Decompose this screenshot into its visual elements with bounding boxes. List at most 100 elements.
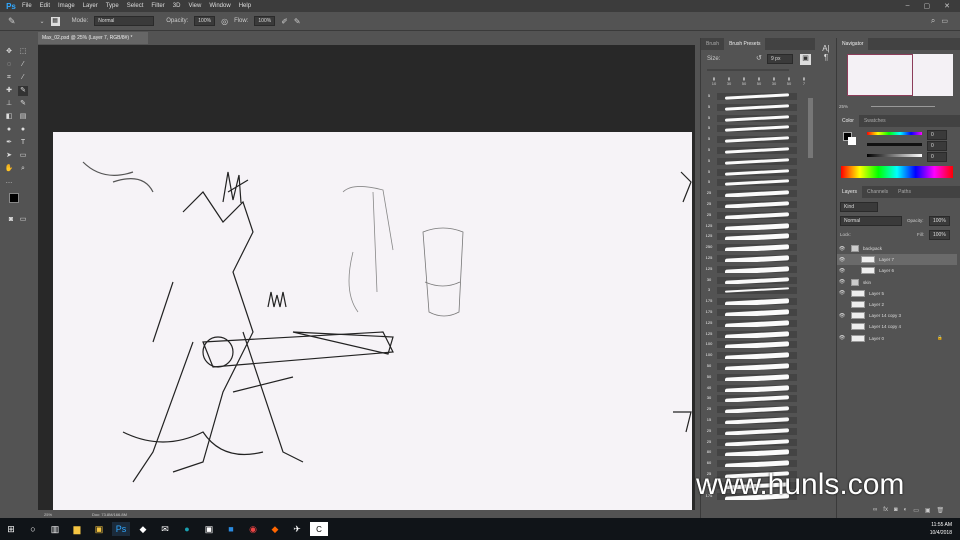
brush-preset[interactable]: 60: [705, 459, 797, 468]
airbrush-icon[interactable]: ✐: [281, 17, 288, 26]
brush-preset[interactable]: 25: [705, 200, 797, 209]
history-brush-icon[interactable]: ✎: [18, 99, 28, 109]
app-icon-2[interactable]: ✈: [288, 522, 306, 536]
menu-file[interactable]: File: [22, 3, 32, 9]
pressure-size-icon[interactable]: ✎: [294, 17, 301, 26]
tab-swatches[interactable]: Swatches: [859, 115, 891, 127]
tab-color[interactable]: Color: [837, 115, 859, 127]
more-tools-icon[interactable]: …: [4, 177, 14, 187]
brush-preset[interactable]: 125: [705, 222, 797, 231]
menu-edit[interactable]: Edit: [40, 3, 50, 9]
clone-stamp-icon[interactable]: ⊥: [4, 99, 14, 109]
size-input[interactable]: 9 px: [767, 54, 793, 64]
brush-tip[interactable]: ▮ 50: [754, 76, 764, 86]
layer-row[interactable]: 👁 Layer 14 copy 3: [837, 310, 957, 321]
new-preset-icon[interactable]: ▣: [800, 54, 811, 65]
fx-icon[interactable]: fx: [883, 507, 888, 514]
marquee-tool-icon[interactable]: ⬚: [18, 47, 28, 57]
outlook-icon[interactable]: ■: [222, 522, 240, 536]
layer-filter-select[interactable]: Kind: [840, 202, 878, 212]
search-icon[interactable]: ○: [24, 522, 42, 536]
mail-icon[interactable]: ✉: [156, 522, 174, 536]
brush-preset[interactable]: 125: [705, 254, 797, 263]
adjustment-icon[interactable]: ◐: [904, 507, 908, 514]
brush-preset[interactable]: 30: [705, 394, 797, 403]
mode-select[interactable]: Normal: [94, 16, 155, 26]
brush-tip[interactable]: ▮ 50: [784, 76, 794, 86]
brush-preset[interactable]: 125: [705, 319, 797, 328]
zoom-tool-icon[interactable]: ⌕: [18, 164, 28, 174]
brush-tip[interactable]: ▮ 30: [724, 76, 734, 86]
menu-select[interactable]: Select: [127, 3, 144, 9]
brush-preset[interactable]: 175: [705, 297, 797, 306]
minimize-icon[interactable]: –: [906, 2, 910, 10]
layer-row[interactable]: 👁 Layer 7: [837, 254, 957, 266]
menu-view[interactable]: View: [188, 3, 201, 9]
chrome-icon[interactable]: ◉: [244, 522, 262, 536]
brush-preset[interactable]: 100: [705, 351, 797, 360]
brush-preset[interactable]: 5: [705, 168, 797, 177]
visibility-eye-icon[interactable]: 👁: [837, 268, 847, 274]
brush-tool-icon[interactable]: ✎: [18, 86, 28, 96]
blend-mode-select[interactable]: Normal: [840, 216, 902, 226]
menu-3d[interactable]: 3D: [173, 3, 181, 9]
brush-preset[interactable]: 250: [705, 243, 797, 252]
visibility-eye-icon[interactable]: 👁: [837, 257, 847, 263]
brush-preset[interactable]: 5: [705, 124, 797, 133]
green-value[interactable]: 0: [927, 141, 947, 151]
size-slider[interactable]: [707, 69, 789, 71]
healing-brush-icon[interactable]: ✚: [4, 86, 14, 96]
layer-row[interactable]: 👁 Layer 0 🔒: [837, 333, 957, 344]
blue-slider[interactable]: [867, 154, 922, 157]
pressure-opacity-icon[interactable]: ◎: [221, 17, 228, 26]
menu-type[interactable]: Type: [106, 3, 119, 9]
brush-preset[interactable]: 100: [705, 340, 797, 349]
rectangle-tool-icon[interactable]: ▭: [18, 151, 28, 161]
menu-filter[interactable]: Filter: [151, 3, 164, 9]
windows-start-icon[interactable]: ⊞: [2, 522, 20, 536]
brush-preset[interactable]: 25: [705, 189, 797, 198]
color-background[interactable]: [848, 137, 856, 145]
dodge-icon[interactable]: ●: [18, 125, 28, 135]
navigator-view-box[interactable]: [847, 54, 913, 96]
brush-preset[interactable]: 15: [705, 416, 797, 425]
brush-preset[interactable]: 5: [705, 92, 797, 101]
brush-preset[interactable]: 5: [705, 146, 797, 155]
brush-preset[interactable]: 5: [705, 157, 797, 166]
move-tool-icon[interactable]: ✥: [4, 47, 14, 57]
fill-input[interactable]: 100%: [929, 230, 950, 240]
opacity-input[interactable]: 100%: [194, 16, 216, 26]
visibility-eye-icon[interactable]: 👁: [837, 335, 847, 341]
menu-help[interactable]: Help: [239, 3, 251, 9]
zoom-level[interactable]: 25%: [44, 512, 52, 517]
link-icon[interactable]: ∞: [873, 507, 877, 514]
document-canvas[interactable]: [53, 132, 692, 510]
maximize-icon[interactable]: ▢: [924, 2, 931, 10]
green-slider[interactable]: [867, 143, 922, 146]
preset-scrollbar[interactable]: [808, 98, 813, 158]
path-select-icon[interactable]: ➤: [4, 151, 14, 161]
visibility-eye-icon[interactable]: 👁: [837, 279, 847, 285]
brush-preset[interactable]: 25: [705, 211, 797, 220]
layer-row[interactable]: 👁 backpack: [837, 243, 957, 254]
store-icon[interactable]: ▣: [90, 522, 108, 536]
eyedropper-icon[interactable]: ⁄: [18, 73, 28, 83]
search-icon[interactable]: ⌕: [931, 16, 935, 26]
system-clock[interactable]: 11:55 AM 10/4/2018: [930, 521, 952, 537]
flow-input[interactable]: 100%: [254, 16, 276, 26]
tab-brush[interactable]: Brush: [701, 38, 724, 50]
layer-row[interactable]: Layer 14 copy 4: [837, 321, 957, 332]
document-tab[interactable]: Max_02.psd @ 25% (Layer 7, RGB/8#) *: [38, 32, 148, 44]
brush-preset[interactable]: 25: [705, 427, 797, 436]
brush-preset[interactable]: 25: [705, 438, 797, 447]
lasso-tool-icon[interactable]: ◌: [4, 60, 14, 70]
visibility-eye-icon[interactable]: 👁: [837, 313, 847, 319]
app-icon[interactable]: ◆: [134, 522, 152, 536]
blue-value[interactable]: 0: [927, 152, 947, 162]
brave-icon[interactable]: ◆: [266, 522, 284, 536]
paragraph-icon[interactable]: ¶: [818, 53, 834, 62]
layer-row[interactable]: Layer 2: [837, 299, 957, 310]
brush-preset[interactable]: 40: [705, 384, 797, 393]
brush-preset[interactable]: 5: [705, 114, 797, 123]
brush-preset[interactable]: 25: [705, 405, 797, 414]
